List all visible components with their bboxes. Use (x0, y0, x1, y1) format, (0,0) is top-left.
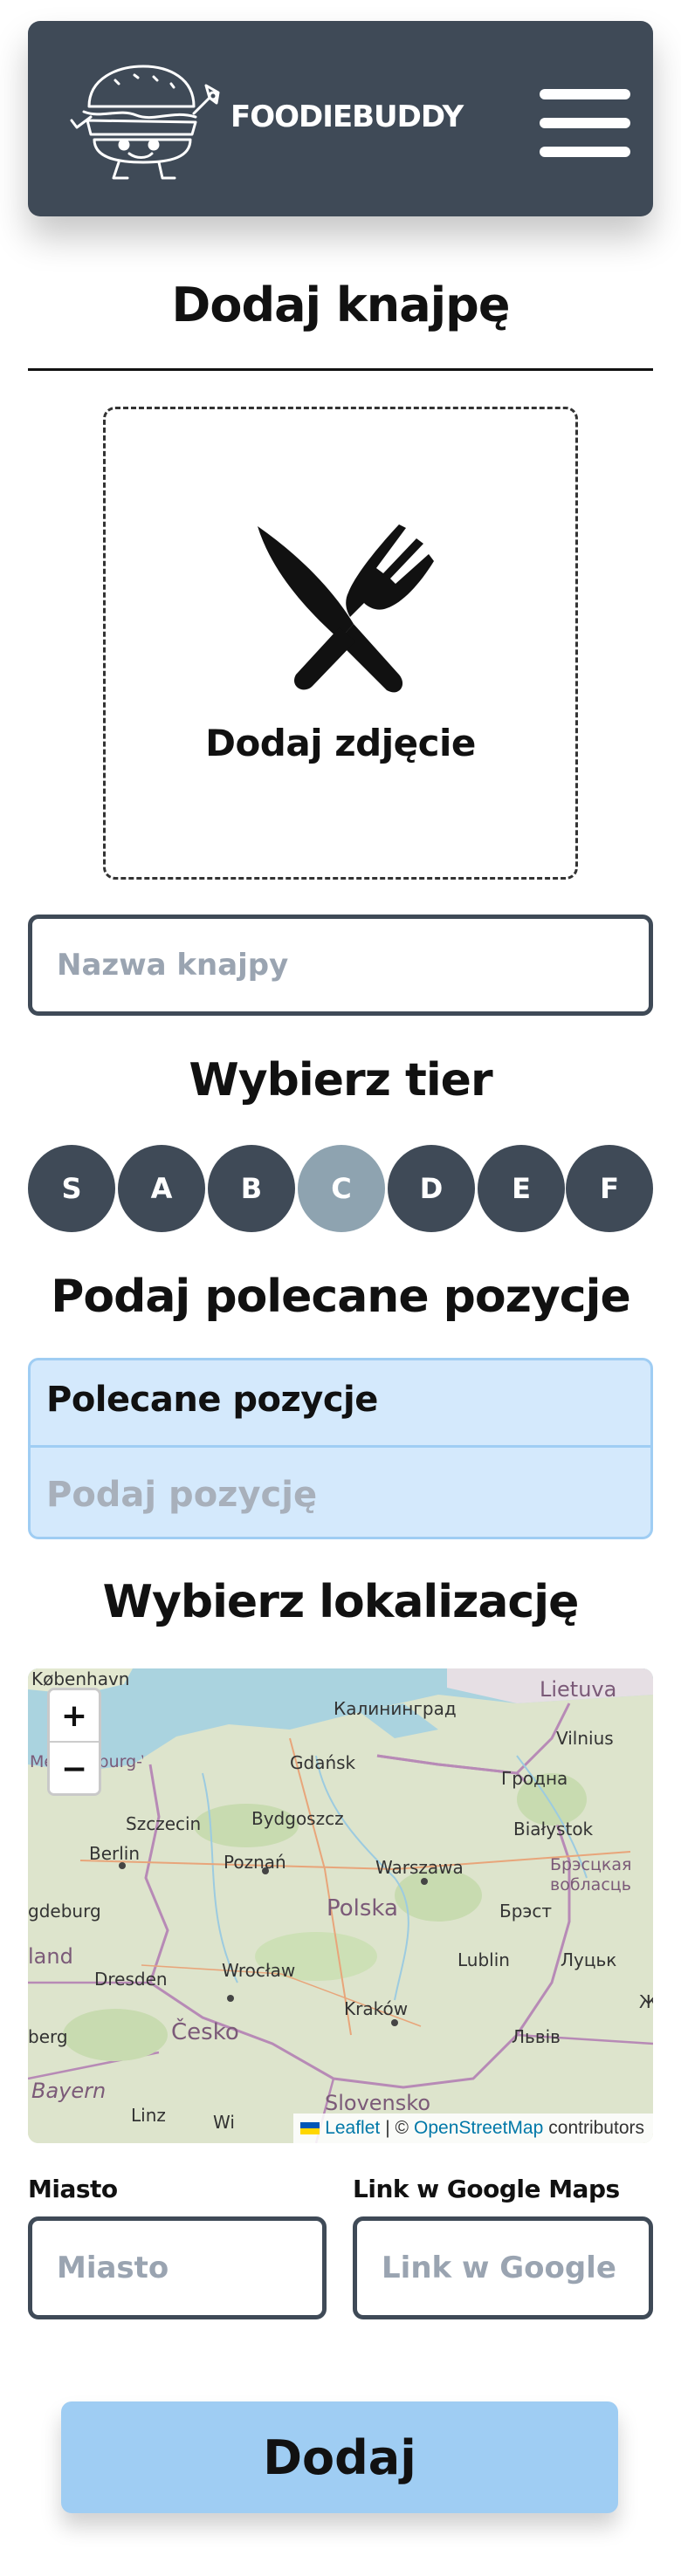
map-label: Lublin (457, 1949, 510, 1970)
map-label: Česko (171, 2019, 239, 2045)
submit-button[interactable]: Dodaj (61, 2401, 618, 2513)
map-zoom-controls: + − (47, 1688, 101, 1796)
cutlery-icon (245, 519, 441, 708)
map-label: Брэст (499, 1901, 553, 1922)
map-label: Львів (512, 2026, 561, 2047)
menu-bar (540, 89, 630, 99)
positions-table: Polecane pozycje (28, 1358, 653, 1539)
map-label: Ж (639, 1991, 653, 2012)
map-label: Poznań (224, 1852, 286, 1873)
map-label: Луцьк (561, 1949, 617, 1970)
map-label: København (31, 1668, 130, 1689)
map-label: land (28, 1944, 73, 1969)
attribution-contributors: contributors (548, 2118, 644, 2138)
map-label: Гродна (501, 1768, 568, 1789)
leaflet-link[interactable]: Leaflet (325, 2118, 380, 2139)
map-label: Wrocław (222, 1960, 296, 1981)
city-label: Miasto (28, 2175, 118, 2203)
map-label: Szczecin (126, 1813, 202, 1834)
burger-mascot-icon[interactable] (63, 59, 229, 185)
top-navbar: FOODIEBUDDY (28, 21, 653, 216)
map-attribution: Leaflet | © OpenStreetMap contributors (293, 2114, 653, 2143)
add-photo-label: Dodaj zdjęcie (205, 722, 476, 764)
positions-heading: Podaj polecane pozycje (51, 1271, 630, 1323)
location-heading: Wybierz lokalizację (102, 1576, 580, 1628)
tier-option-s[interactable]: S (28, 1145, 115, 1232)
map-label: Калининград (334, 1698, 457, 1719)
menu-bar (540, 118, 630, 128)
map-label: Lietuva (540, 1677, 617, 1702)
map-label: Брэсцкая вобласць (550, 1855, 632, 1894)
ukraine-flag-icon (300, 2122, 320, 2134)
map-label: Kraków (344, 1998, 409, 2019)
map-label: Linz (131, 2105, 166, 2126)
map-label: gdeburg (28, 1901, 101, 1922)
map-label: Dresden (94, 1969, 168, 1990)
tier-option-b[interactable]: B (208, 1145, 295, 1232)
map-label: Vilnius (556, 1728, 614, 1749)
location-map[interactable]: København Lietuva Калининград Vilnius Me… (28, 1668, 653, 2143)
zoom-in-button[interactable]: + (50, 1690, 99, 1743)
map-label: Białystok (513, 1819, 594, 1840)
map-label: Gdańsk (290, 1752, 356, 1773)
map-label: Bayern (31, 2079, 107, 2103)
tier-option-d[interactable]: D (388, 1145, 475, 1232)
map-label: Slovensko (325, 2091, 430, 2115)
tier-option-c[interactable]: C (298, 1145, 385, 1232)
positions-table-header: Polecane pozycje (31, 1360, 650, 1448)
page-title: Dodaj knajpę (171, 277, 511, 332)
openstreetmap-link[interactable]: OpenStreetMap (414, 2118, 543, 2139)
map-label: Wi (213, 2112, 235, 2133)
map-label: Berlin (89, 1843, 141, 1864)
tier-selector: S A B C D E F (28, 1145, 653, 1232)
brand-name[interactable]: FOODIEBUDDY (230, 99, 464, 134)
restaurant-name-input[interactable] (28, 915, 653, 1016)
position-input[interactable] (31, 1450, 650, 1537)
map-label: berg (28, 2026, 68, 2047)
tier-option-e[interactable]: E (478, 1145, 565, 1232)
zoom-out-button[interactable]: − (50, 1743, 99, 1793)
map-label: Warszawa (375, 1857, 464, 1878)
title-divider (28, 368, 653, 371)
tier-heading: Wybierz tier (189, 1054, 492, 1106)
tier-option-a[interactable]: A (118, 1145, 205, 1232)
attribution-separator: | © (385, 2118, 409, 2138)
map-label: Bydgoszcz (251, 1808, 344, 1829)
tier-option-f[interactable]: F (566, 1145, 653, 1232)
city-input[interactable] (28, 2216, 327, 2319)
map-label: Polska (327, 1895, 398, 1922)
menu-bar (540, 147, 630, 157)
photo-upload-area[interactable]: Dodaj zdjęcie (103, 407, 578, 880)
hamburger-menu-icon[interactable] (540, 87, 630, 159)
google-maps-link-label: Link w Google Maps (353, 2175, 620, 2203)
google-maps-link-input[interactable] (353, 2216, 653, 2319)
